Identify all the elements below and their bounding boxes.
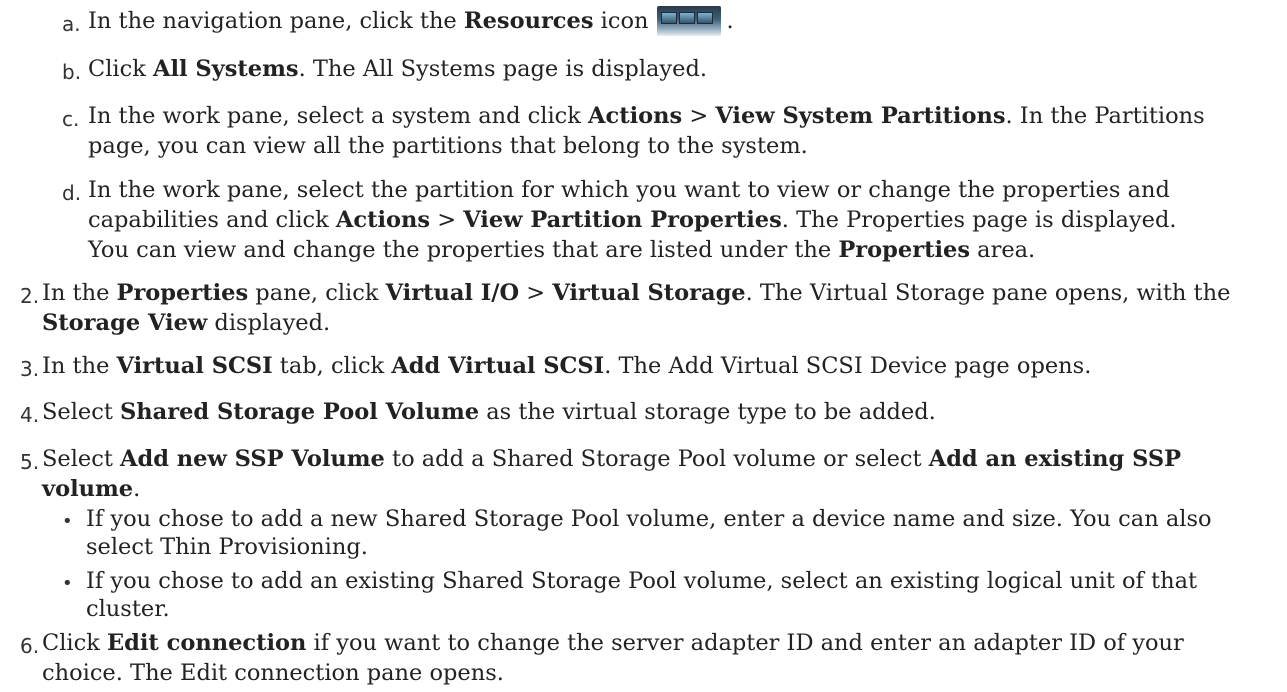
resources-label: Resources — [463, 8, 594, 34]
step-c-line1: In the work pane, select a system and cl… — [88, 103, 1205, 129]
step-6-marker: 6. — [20, 634, 40, 658]
step-c-line2: page, you can view all the partitions th… — [88, 133, 808, 159]
server-rack-icon — [656, 6, 721, 36]
step-a-marker: a. — [62, 12, 81, 36]
step-5-line2: volume. — [42, 476, 141, 502]
step-d-line2: capabilities and click Actions > View Pa… — [88, 207, 1177, 233]
step-b-text: Click All Systems. The All Systems page … — [88, 56, 708, 82]
step-4-marker: 4. — [20, 403, 40, 427]
bullet-2-line1: If you chose to add an existing Shared S… — [86, 568, 1198, 594]
step-d-line1: In the work pane, select the partition f… — [88, 177, 1170, 203]
step-a-text: In the navigation pane, click the Resour… — [88, 6, 734, 36]
bullet-2-line2: cluster. — [86, 596, 170, 622]
step-3-marker: 3. — [20, 357, 40, 381]
step-d-marker: d. — [62, 181, 82, 205]
step-a-period: . — [726, 8, 734, 34]
step-6-line1: Click Edit connection if you want to cha… — [42, 630, 1184, 656]
bullet-1-marker: • — [62, 511, 73, 532]
bullet-1-line2: select Thin Provisioning. — [86, 534, 368, 560]
step-a-post: icon — [593, 8, 649, 34]
step-3-text: In the Virtual SCSI tab, click Add Virtu… — [42, 353, 1092, 379]
step-a-pre: In the navigation pane, click the — [88, 8, 464, 34]
step-2-line1: In the Properties pane, click Virtual I/… — [42, 280, 1231, 306]
step-c-marker: c. — [62, 107, 80, 131]
all-systems-label: All Systems — [153, 56, 299, 82]
step-2-marker: 2. — [20, 284, 40, 308]
step-2-line2: Storage View displayed. — [42, 310, 331, 336]
bullet-2-marker: • — [62, 573, 73, 594]
step-5-marker: 5. — [20, 450, 40, 474]
bullet-1-line1: If you chose to add a new Shared Storage… — [86, 506, 1212, 532]
step-d-line3: You can view and change the properties t… — [88, 237, 1036, 263]
step-4-text: Select Shared Storage Pool Volume as the… — [42, 399, 936, 425]
step-5-line1: Select Add new SSP Volume to add a Share… — [42, 446, 1181, 472]
step-b-marker: b. — [62, 60, 82, 84]
step-6-line2: choice. The Edit connection pane opens. — [42, 660, 504, 686]
